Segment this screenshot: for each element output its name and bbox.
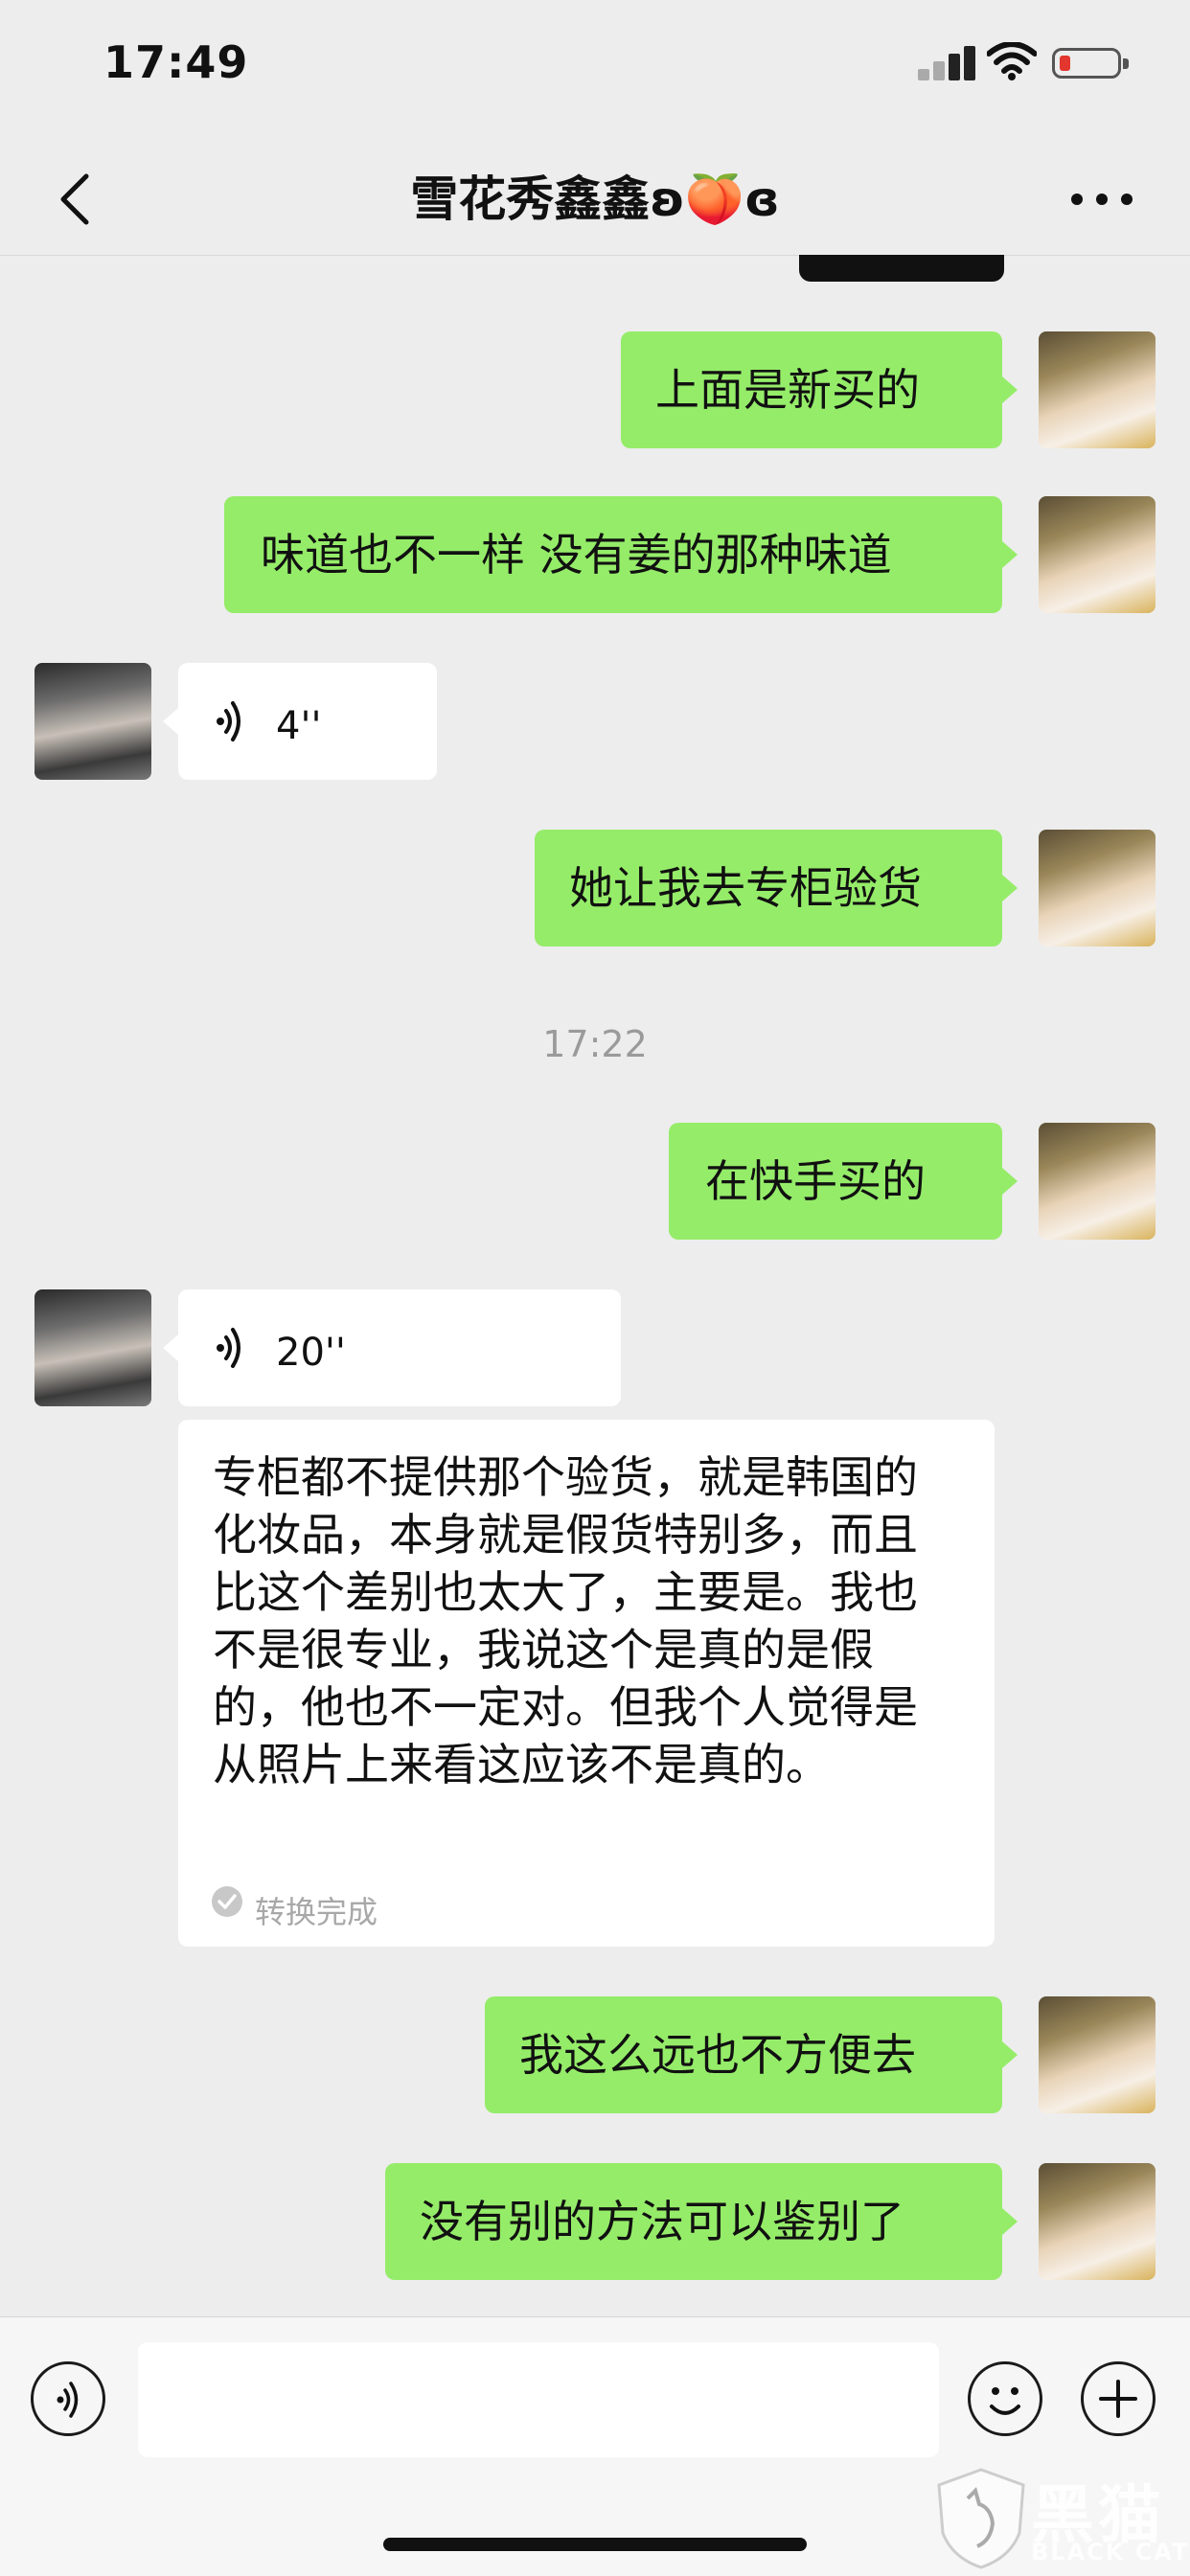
bubble-tail <box>1002 541 1018 568</box>
avatar[interactable] <box>1039 331 1156 448</box>
message-bubble-outgoing[interactable]: 味道也不一样 没有姜的那种味道 <box>224 496 1002 613</box>
bubble-tail <box>163 1334 178 1361</box>
status-time: 17:49 <box>103 36 249 88</box>
avatar[interactable] <box>1039 1123 1156 1240</box>
bubble-tail <box>1002 2208 1018 2235</box>
bubble-tail <box>163 708 178 735</box>
chat-title: 雪花秀鑫鑫ʚ🍑ɞ <box>410 171 780 227</box>
nav-bar: 雪花秀鑫鑫ʚ🍑ɞ <box>0 144 1190 256</box>
message-bubble-outgoing[interactable]: 她让我去专柜验货 <box>535 830 1002 946</box>
voice-message-bubble[interactable]: 4'' <box>178 663 437 780</box>
avatar[interactable] <box>34 1289 151 1406</box>
battery-icon <box>1052 48 1129 79</box>
message-text: 味道也不一样 没有姜的那种味道 <box>261 529 892 581</box>
avatar[interactable] <box>1039 2163 1156 2280</box>
emoji-button[interactable] <box>968 2361 1042 2436</box>
voice-duration: 20'' <box>276 1331 346 1375</box>
check-circle-icon <box>212 1886 242 1917</box>
signal-icon <box>918 46 977 80</box>
redacted-block <box>799 255 1004 282</box>
message-text: 她让我去专柜验货 <box>569 862 922 914</box>
message-bubble-outgoing[interactable]: 没有别的方法可以鉴别了 <box>385 2163 1002 2280</box>
voice-input-button[interactable] <box>31 2361 105 2436</box>
bubble-tail <box>1002 2041 1018 2068</box>
convert-status: 转换完成 <box>255 1894 378 1930</box>
bubble-tail <box>1002 1168 1018 1195</box>
watermark-logo: 黑猫 BLACK CAT <box>926 2462 1190 2575</box>
message-text: 我这么远也不方便去 <box>519 2029 916 2081</box>
transcript-text: 专柜都不提供那个验货，就是韩国的化妆品，本身就是假货特别多，而且比这个差别也太大… <box>213 1451 918 1790</box>
message-text: 上面是新买的 <box>655 364 920 416</box>
more-button[interactable] <box>1064 172 1140 226</box>
more-dots-icon <box>1071 194 1133 205</box>
bubble-tail <box>1002 376 1018 403</box>
message-bubble-outgoing[interactable]: 在快手买的 <box>669 1123 1002 1240</box>
watermark-en: BLACK CAT <box>1031 2539 1190 2565</box>
voice-wave-icon <box>217 1328 240 1368</box>
message-bubble-outgoing[interactable]: 我这么远也不方便去 <box>485 1996 1002 2113</box>
home-indicator <box>383 2538 807 2551</box>
voice-wave-icon <box>57 2382 79 2418</box>
more-functions-button[interactable] <box>1081 2361 1156 2436</box>
avatar[interactable] <box>34 663 151 780</box>
wifi-icon <box>986 41 1038 84</box>
voice-message-bubble[interactable]: 20'' <box>178 1289 621 1406</box>
message-text: 在快手买的 <box>705 1155 926 1207</box>
message-text: 没有别的方法可以鉴别了 <box>420 2196 904 2247</box>
voice-duration: 4'' <box>276 704 322 748</box>
avatar[interactable] <box>1039 1996 1156 2113</box>
voice-wave-icon <box>217 701 240 741</box>
avatar[interactable] <box>1039 496 1156 613</box>
smiley-icon <box>990 2387 1020 2415</box>
plus-icon <box>1099 2380 1137 2418</box>
bubble-tail <box>1002 875 1018 901</box>
cat-shield-icon <box>937 2468 1025 2569</box>
message-input[interactable] <box>138 2342 939 2457</box>
message-bubble-outgoing[interactable]: 上面是新买的 <box>621 331 1002 448</box>
avatar[interactable] <box>1039 830 1156 946</box>
voice-transcript-card[interactable]: 专柜都不提供那个验货，就是韩国的化妆品，本身就是假货特别多，而且比这个差别也太大… <box>178 1420 995 1947</box>
message-timestamp: 17:22 <box>542 1023 648 1065</box>
